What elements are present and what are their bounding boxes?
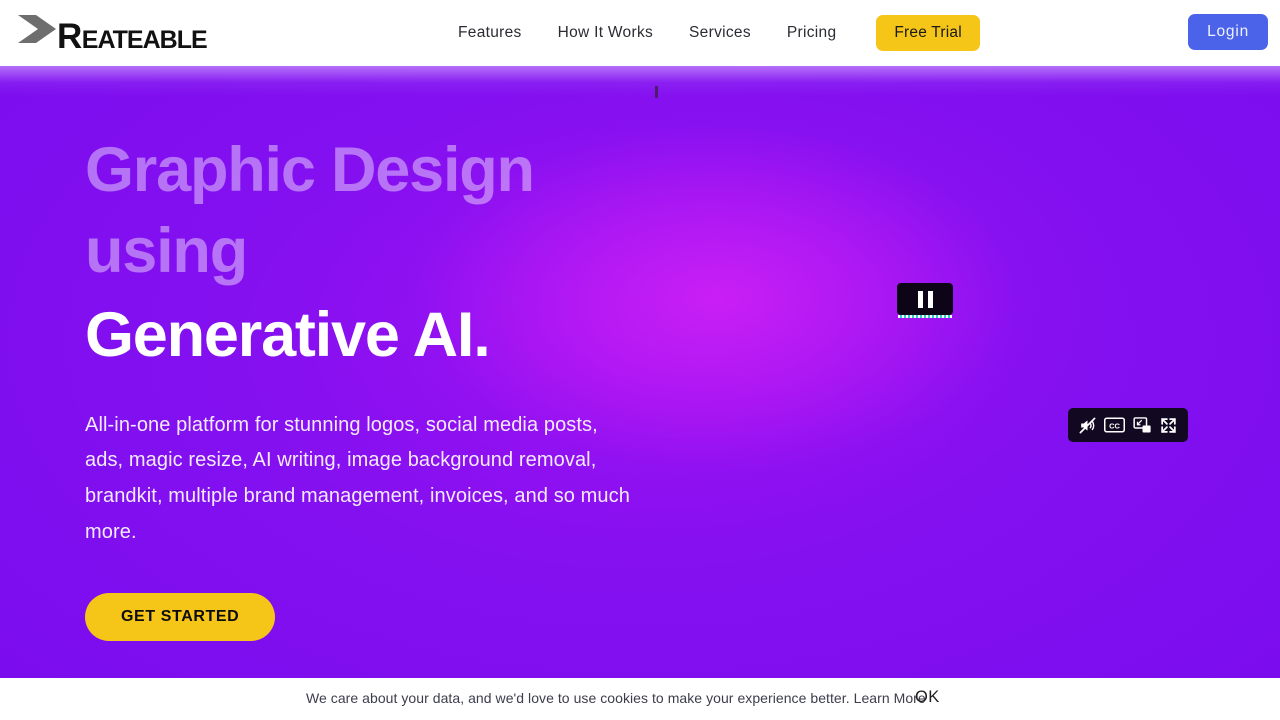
hero-title: Graphic Design using Generative AI. — [85, 130, 705, 376]
free-trial-button[interactable]: Free Trial — [876, 15, 980, 51]
hero-subtitle: All-in-one platform for stunning logos, … — [85, 413, 630, 543]
nav-item-pricing[interactable]: Pricing — [769, 24, 854, 42]
fullscreen-icon[interactable] — [1159, 416, 1178, 435]
cookie-message-text: We care about your data, and we'd love t… — [306, 690, 850, 706]
hero-title-strong: Generative AI. — [85, 300, 491, 371]
picture-in-picture-icon[interactable] — [1133, 416, 1152, 434]
nav-item-features[interactable]: Features — [440, 24, 540, 42]
brand-logo-rest: EATEABLE — [81, 26, 208, 54]
video-pause-button[interactable] — [897, 283, 953, 318]
hero-section: Graphic Design using Generative AI. All-… — [0, 66, 1280, 678]
hero-content: Graphic Design using Generative AI. All-… — [85, 130, 705, 642]
pause-icon — [917, 290, 923, 308]
cookie-consent-banner: We care about your data, and we'd love t… — [0, 678, 1280, 720]
cookie-message: We care about your data, and we'd love t… — [306, 690, 926, 706]
text-caret-artifact — [655, 86, 658, 98]
brand-logo[interactable]: R EATEABLE — [10, 8, 208, 58]
main-navigation: Features How It Works Services Pricing F… — [440, 0, 980, 66]
nav-item-how-it-works[interactable]: How It Works — [540, 24, 671, 42]
hero-title-muted: Graphic Design using — [85, 135, 535, 286]
get-started-button[interactable]: GET STARTED — [85, 593, 276, 642]
mute-speaker-icon[interactable] — [1078, 416, 1097, 435]
site-header: R EATEABLE Features How It Works Services… — [0, 0, 1280, 66]
cookie-ok-button[interactable]: OK — [915, 688, 940, 707]
login-button[interactable]: Login — [1188, 14, 1268, 50]
hero-top-fade — [0, 66, 1280, 96]
nav-item-services[interactable]: Services — [671, 24, 769, 42]
svg-text:CC: CC — [1109, 421, 1120, 430]
video-control-bar: CC — [1068, 408, 1188, 442]
brand-logo-cap: R — [57, 17, 82, 56]
brand-logo-text: R EATEABLE — [57, 17, 208, 56]
pause-icon-bar-2 — [927, 290, 933, 308]
closed-captions-icon[interactable]: CC — [1104, 417, 1126, 433]
